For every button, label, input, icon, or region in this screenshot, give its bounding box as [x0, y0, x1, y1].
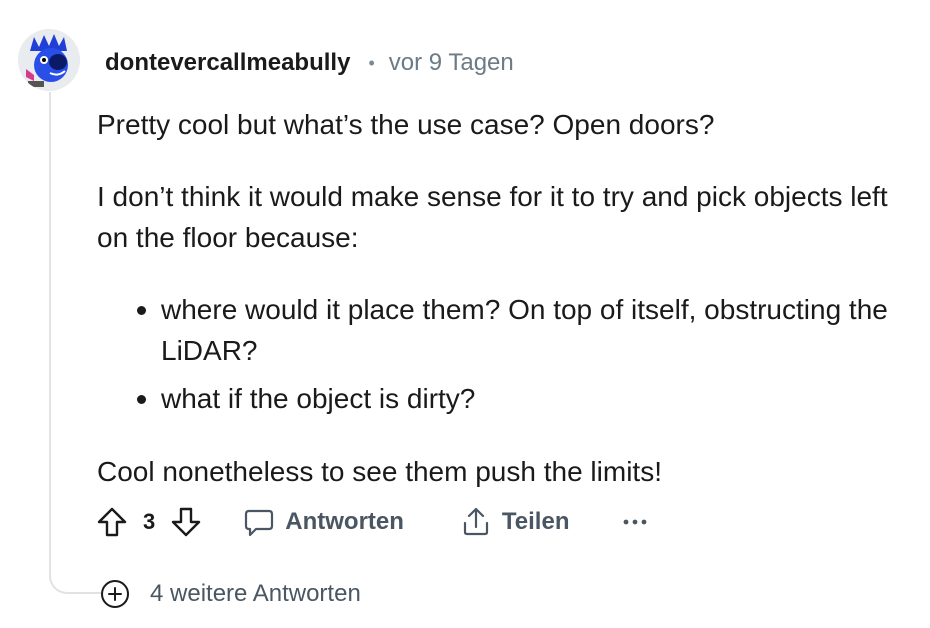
user-avatar[interactable]	[18, 29, 80, 91]
downvote-arrow-icon[interactable]	[169, 505, 203, 539]
share-button[interactable]: Teilen	[460, 506, 570, 538]
share-upload-icon	[463, 507, 489, 536]
action-bar: 3 Antworten Teilen	[95, 503, 647, 541]
upvote-arrow-icon[interactable]	[95, 505, 129, 539]
meta-separator: •	[368, 53, 375, 73]
more-replies-button[interactable]: 4 weitere Antworten	[101, 577, 361, 611]
share-label: Teilen	[501, 508, 570, 535]
reply-button[interactable]: Antworten	[243, 506, 404, 538]
timestamp[interactable]: vor 9 Tagen	[389, 49, 514, 77]
comment-body: Pretty cool but what’s the use case? Ope…	[97, 104, 907, 492]
comment-paragraph: Cool nonetheless to see them push the li…	[97, 456, 662, 487]
more-options-button[interactable]	[623, 517, 647, 527]
ellipsis-icon	[624, 519, 647, 525]
comment-header: dontevercallmeabully • vor 9 Tagen	[105, 46, 514, 80]
vote-score: 3	[143, 509, 156, 534]
comment-paragraph: I don’t think it would make sense for it…	[97, 181, 888, 253]
username-link[interactable]: dontevercallmeabully	[105, 49, 350, 77]
plus-circle-icon	[101, 580, 129, 608]
bullet-list: where would it place them? On top of its…	[97, 289, 907, 419]
more-replies-label: 4 weitere Antworten	[150, 580, 361, 607]
bullet-item: what if the object is dirty?	[137, 378, 907, 419]
bullet-item: where would it place them? On top of its…	[137, 289, 907, 371]
comment-paragraph: Pretty cool but what’s the use case? Ope…	[97, 109, 715, 140]
reply-label: Antworten	[285, 508, 404, 535]
speech-bubble-icon	[245, 509, 274, 537]
snoo-avatar-icon	[18, 29, 80, 91]
thread-line[interactable]	[49, 92, 51, 578]
thread-connector	[49, 560, 101, 594]
